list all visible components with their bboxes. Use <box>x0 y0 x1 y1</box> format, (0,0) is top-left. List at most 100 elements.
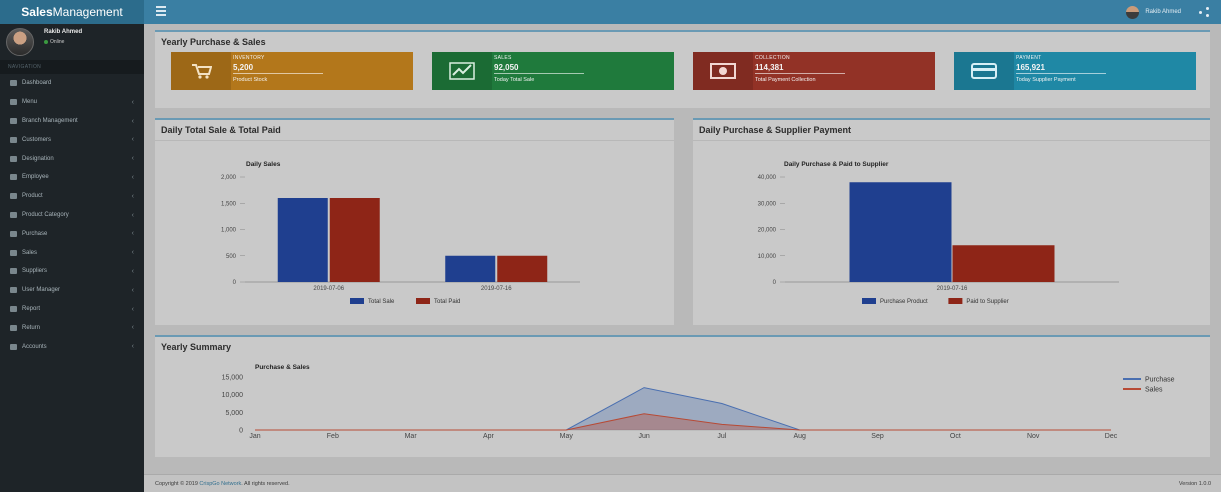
y-tick-label: 10,000 <box>222 392 244 399</box>
chevron-left-icon: ‹ <box>131 324 134 332</box>
legend-label: Paid to Supplier <box>966 299 1008 305</box>
tile-value: 5,200 <box>233 63 254 72</box>
tile-label: SALES <box>494 55 512 61</box>
sidebar-item-product[interactable]: Product ‹ <box>0 187 144 206</box>
sidebar-item-label: Customers <box>22 136 52 143</box>
sidebar-item-employee[interactable]: Employee ‹ <box>0 168 144 187</box>
x-tick-label: Aug <box>793 433 806 440</box>
chevron-left-icon: ‹ <box>131 155 134 163</box>
info-tile-collection[interactable]: COLLECTION 114,381 Total Payment Collectio… <box>693 52 935 90</box>
share-icon[interactable] <box>1199 7 1209 17</box>
sidebar-item-product-category[interactable]: Product Category ‹ <box>0 206 144 225</box>
tile-progress <box>494 73 584 74</box>
sidebar-item-suppliers[interactable]: Suppliers ‹ <box>0 262 144 281</box>
avatar <box>6 28 34 56</box>
sidebar-item-label: Accounts <box>22 343 47 350</box>
sidebar-item-label: Product <box>22 193 43 200</box>
sidebar-item-sales[interactable]: Sales ‹ <box>0 243 144 262</box>
chart-title: Daily Purchase & Paid to Supplier <box>784 161 889 168</box>
x-tick-label: Jul <box>717 433 726 440</box>
menu-icon <box>10 230 17 237</box>
user-status-text: Online <box>50 39 65 45</box>
brand-bold: Sales <box>21 5 53 19</box>
sidebar-item-dashboard[interactable]: Dashboard <box>0 74 144 93</box>
sidebar-item-customers[interactable]: Customers ‹ <box>0 130 144 149</box>
chart-title: Purchase & Sales <box>255 364 310 371</box>
y-tick-label: 0 <box>233 280 237 286</box>
sidebar-item-label: Designation <box>22 155 54 162</box>
x-tick-label: Jun <box>638 433 649 440</box>
legend-label: Total Paid <box>434 299 460 305</box>
money-icon <box>693 52 753 90</box>
menu-icon <box>10 211 17 218</box>
brand-rest: Management <box>52 5 123 19</box>
tile-label: INVENTORY <box>233 55 265 61</box>
sidebar-item-label: Purchase <box>22 230 48 237</box>
menu-icon <box>10 117 17 124</box>
y-tick-label: 40,000 <box>758 175 777 181</box>
cart-icon <box>171 52 231 90</box>
app-logo[interactable]: SalesManagement <box>0 0 144 24</box>
chevron-left-icon: ‹ <box>131 173 134 181</box>
sidebar-item-user-manager[interactable]: User Manager ‹ <box>0 281 144 300</box>
sidebar-item-designation[interactable]: Designation ‹ <box>0 149 144 168</box>
x-tick-label: 2019-07-06 <box>313 286 344 292</box>
sidebar-item-return[interactable]: Return ‹ <box>0 318 144 337</box>
info-tile-payment[interactable]: PAYMENT 165,921 Today Supplier Payment <box>954 52 1196 90</box>
menu-icon <box>10 174 17 181</box>
yearly-summary-box: Yearly Summary Purchase & Sales 0 5,000 10,… <box>155 335 1210 457</box>
legend-swatch <box>862 298 876 304</box>
online-dot-icon <box>44 39 48 44</box>
y-tick-label: 15,000 <box>222 375 244 382</box>
menu-icon <box>10 324 17 331</box>
menu-icon <box>10 136 17 143</box>
x-tick-label: Apr <box>483 433 495 440</box>
tile-value: 92,050 <box>494 63 519 72</box>
tile-value: 165,921 <box>1016 63 1045 72</box>
sidebar-item-menu[interactable]: Menu ‹ <box>0 93 144 112</box>
info-tile-inventory[interactable]: INVENTORY 5,200 Product Stock <box>171 52 413 90</box>
sidebar-item-purchase[interactable]: Purchase ‹ <box>0 224 144 243</box>
chevron-left-icon: ‹ <box>131 305 134 313</box>
tile-label: PAYMENT <box>1016 55 1042 61</box>
bar-paid-to-supplier <box>952 245 1055 282</box>
sidebar-item-label: User Manager <box>22 287 61 294</box>
trend-icon <box>432 52 492 90</box>
menu-icon <box>10 343 17 350</box>
sidebar-item-branch-management[interactable]: Branch Management ‹ <box>0 112 144 131</box>
sidebar-item-label: Product Category <box>22 211 69 218</box>
y-tick-label: 5,000 <box>225 410 243 417</box>
sidebar-item-label: Branch Management <box>22 117 78 124</box>
y-tick-label: 1,000 <box>221 228 237 234</box>
sidebar-item-label: Dashboard <box>22 80 52 87</box>
menu-icon <box>10 268 17 275</box>
tile-label: COLLECTION <box>755 55 790 61</box>
bar-total-paid <box>497 255 548 282</box>
footer: Copyright © 2019 CrispGo Network. All ri… <box>144 474 1221 492</box>
nav-header: NAVIGATION <box>0 60 144 74</box>
legend-swatch <box>416 298 430 304</box>
tile-progress <box>755 73 845 74</box>
chevron-left-icon: ‹ <box>131 230 134 238</box>
menu-icon <box>10 99 17 106</box>
y-tick-label: 10,000 <box>758 254 777 260</box>
sidebar-item-label: Menu <box>22 99 38 106</box>
chevron-left-icon: ‹ <box>131 249 134 257</box>
y-tick-label: 500 <box>226 254 237 260</box>
company-link[interactable]: CrispGo Network <box>199 481 241 487</box>
chevron-left-icon: ‹ <box>131 211 134 219</box>
sidebar-item-label: Return <box>22 324 41 331</box>
legend-label: Purchase <box>1145 377 1175 384</box>
info-tile-sales[interactable]: SALES 92,050 Today Total Sale <box>432 52 674 90</box>
sidebar-item-report[interactable]: Report ‹ <box>0 300 144 319</box>
x-tick-label: Nov <box>1027 433 1040 440</box>
copyright-prefix: Copyright © 2019 <box>155 481 200 487</box>
y-tick-label: 20,000 <box>758 228 777 234</box>
user-menu[interactable]: Rakib Ahmed <box>1126 0 1209 24</box>
x-tick-label: May <box>560 433 574 440</box>
menu-icon <box>10 155 17 162</box>
sidebar-item-accounts[interactable]: Accounts ‹ <box>0 337 144 356</box>
sidebar-toggle-icon[interactable] <box>156 6 166 16</box>
bar-purchase-product <box>849 182 952 282</box>
tile-value: 114,381 <box>755 63 784 72</box>
